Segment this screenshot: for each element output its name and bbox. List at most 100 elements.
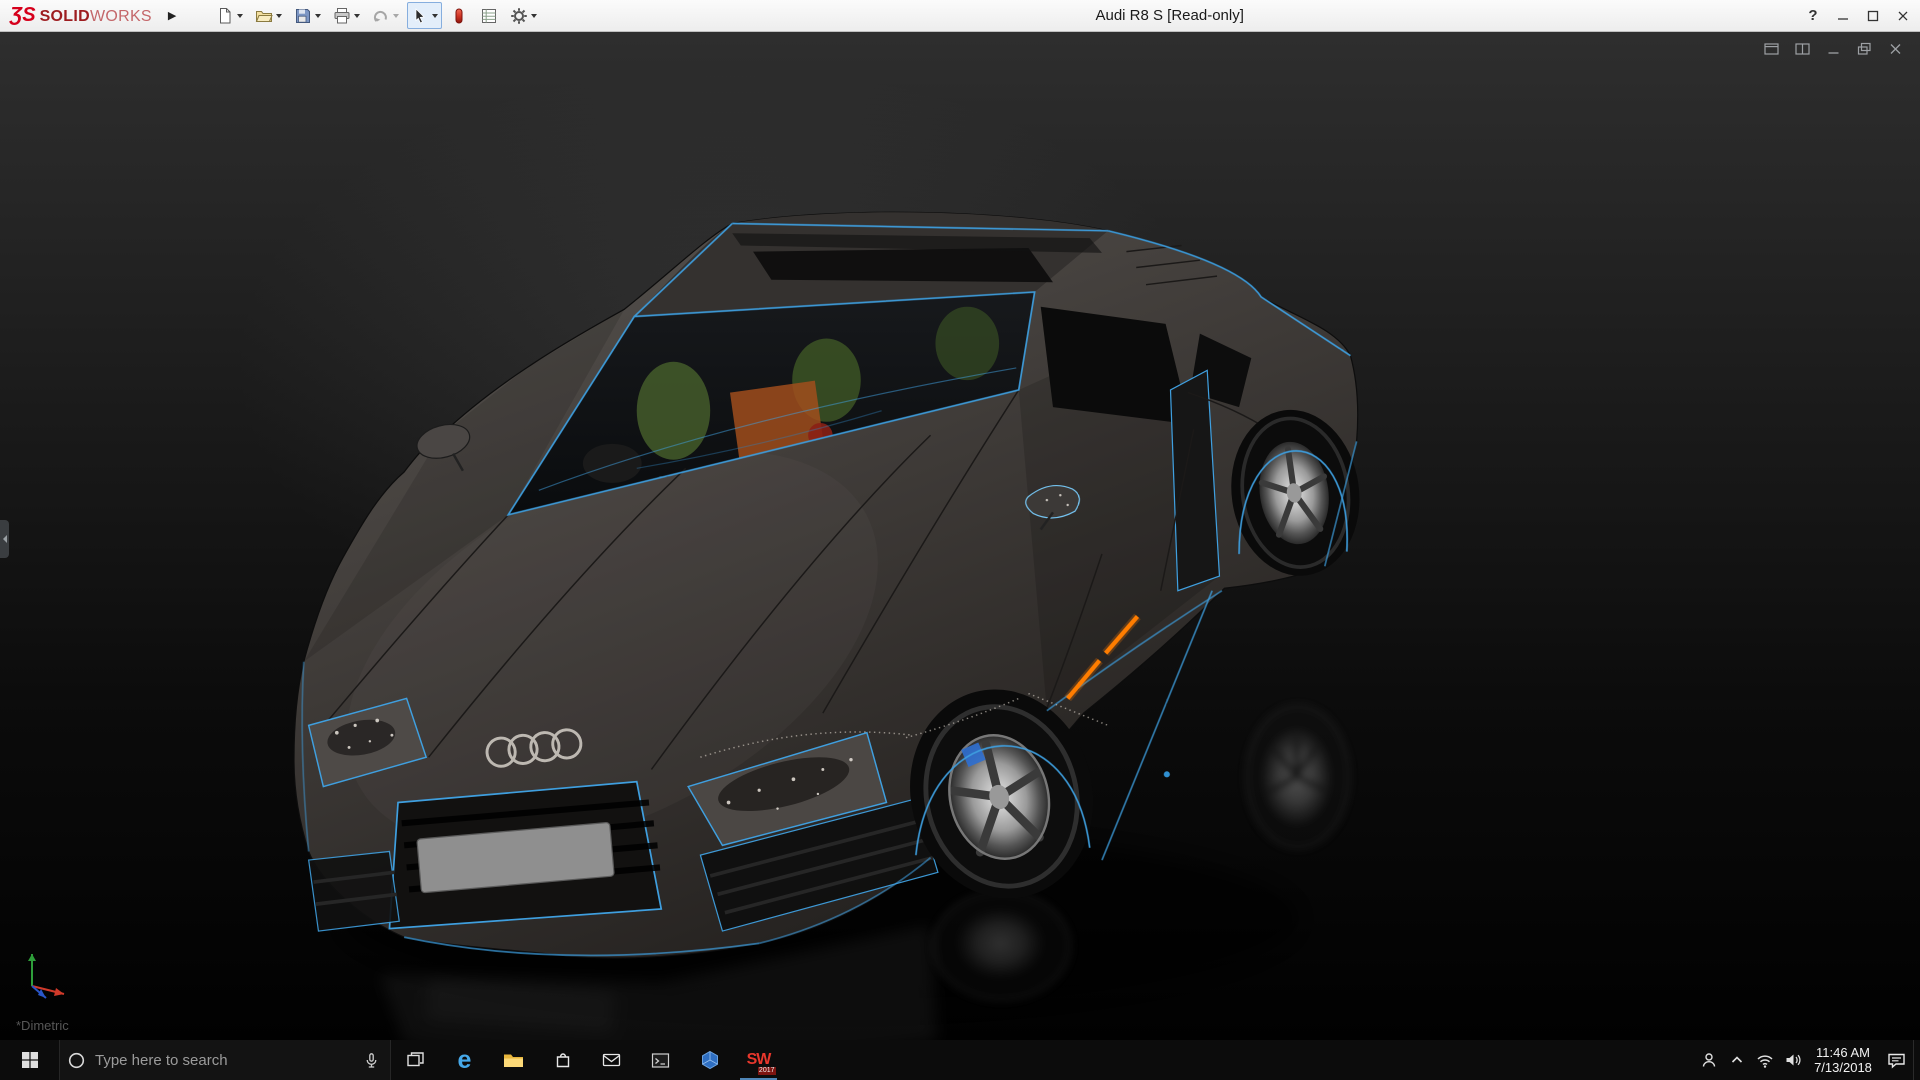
new-document-button[interactable] (212, 2, 247, 29)
window-controls: ? (1798, 0, 1920, 32)
rear-wheel-reflection (1246, 706, 1349, 848)
solidworks-app-button[interactable]: SW 2017 (734, 1040, 783, 1080)
3ds-logo-glyph: ƷS (10, 4, 36, 27)
taskbar-search[interactable] (59, 1040, 391, 1080)
view-orientation-label: *Dimetric (16, 1018, 69, 1033)
options-dropdown-caret-icon[interactable] (531, 14, 537, 18)
window-title: Audi R8 S [Read-only] (541, 7, 1798, 24)
car-model-region (245, 184, 1408, 1040)
open-dropdown-caret-icon[interactable] (276, 14, 282, 18)
solidworks-year-badge: 2017 (758, 1067, 776, 1075)
rebuild-stoplight-icon (450, 7, 468, 25)
open-document-button[interactable] (251, 2, 286, 29)
document-window-controls (1762, 40, 1906, 58)
store-bag-icon (554, 1051, 572, 1069)
doc-window-button-2[interactable] (1793, 40, 1813, 58)
open-folder-icon (255, 7, 273, 25)
3d-app-button[interactable] (685, 1040, 734, 1080)
doc-minimize-button[interactable] (1824, 40, 1844, 58)
select-tool-button[interactable] (407, 2, 442, 29)
save-button[interactable] (290, 2, 325, 29)
wifi-icon (1756, 1052, 1774, 1069)
quick-access-toolbar (212, 2, 541, 29)
vertex-marker (1164, 771, 1170, 777)
front-grille (389, 782, 661, 929)
solidworks-logo: ƷS SOLID WORKS (0, 4, 158, 27)
brand-solid: SOLID (40, 8, 90, 26)
sunroof-glass (753, 248, 1053, 282)
menu-flyout-arrow-icon[interactable]: ▶ (158, 0, 186, 32)
file-properties-icon (480, 7, 498, 25)
options-button[interactable] (506, 2, 541, 29)
show-desktop-button[interactable] (1913, 1040, 1920, 1080)
microphone-icon[interactable] (363, 1052, 380, 1069)
doc-window-button-1[interactable] (1762, 40, 1782, 58)
select-cursor-icon (411, 7, 429, 25)
file-properties-button[interactable] (476, 2, 502, 29)
tray-overflow-button[interactable] (1723, 1040, 1751, 1080)
file-explorer-icon (503, 1052, 524, 1069)
volume-button[interactable] (1779, 1040, 1807, 1080)
print-button[interactable] (329, 2, 364, 29)
task-view-button[interactable] (391, 1040, 440, 1080)
doc-close-button[interactable] (1886, 40, 1906, 58)
taskbar-app-icons: e SW 2017 (391, 1040, 783, 1080)
minimize-button[interactable] (1828, 0, 1858, 32)
orientation-triad[interactable] (16, 940, 86, 1002)
split-pane-icon (1795, 42, 1811, 56)
help-button[interactable]: ? (1798, 0, 1828, 32)
car-model[interactable] (245, 184, 1408, 1040)
network-button[interactable] (1751, 1040, 1779, 1080)
undo-button[interactable] (368, 2, 403, 29)
undo-arrow-icon (372, 7, 390, 25)
edge-icon: e (458, 1048, 472, 1073)
save-disk-icon (294, 7, 312, 25)
start-button[interactable] (0, 1040, 59, 1080)
doc-restore-button[interactable] (1855, 40, 1875, 58)
minimize-icon (1837, 10, 1849, 22)
3d-cube-icon (700, 1050, 720, 1070)
maximize-button[interactable] (1858, 0, 1888, 32)
graphics-viewport[interactable]: *Dimetric (0, 32, 1920, 1040)
new-document-icon (216, 7, 234, 25)
system-tray: 11:46 AM 7/13/2018 (1695, 1040, 1920, 1080)
mail-envelope-icon (602, 1052, 621, 1068)
maximize-icon (1867, 10, 1879, 22)
file-explorer-button[interactable] (489, 1040, 538, 1080)
people-button[interactable] (1695, 1040, 1723, 1080)
doc-minimize-icon (1826, 42, 1842, 56)
speaker-icon (1784, 1052, 1802, 1068)
app-titlebar: ƷS SOLID WORKS ▶ (0, 0, 1920, 32)
console-window-icon (651, 1052, 670, 1069)
print-dropdown-caret-icon[interactable] (354, 14, 360, 18)
edge-browser-button[interactable]: e (440, 1040, 489, 1080)
mail-button[interactable] (587, 1040, 636, 1080)
save-dropdown-caret-icon[interactable] (315, 14, 321, 18)
clock-date: 7/13/2018 (1807, 1060, 1879, 1075)
select-dropdown-caret-icon[interactable] (432, 14, 438, 18)
rebuild-stoplight-button[interactable] (446, 2, 472, 29)
console-button[interactable] (636, 1040, 685, 1080)
close-button[interactable] (1888, 0, 1918, 32)
chevron-up-icon (1729, 1052, 1745, 1068)
cortana-icon[interactable] (68, 1052, 85, 1069)
windows-taskbar: e SW 2017 (0, 1040, 1920, 1080)
printer-icon (333, 7, 351, 25)
person-icon (1700, 1051, 1718, 1069)
windows-logo-icon (21, 1051, 39, 1069)
taskbar-clock[interactable]: 11:46 AM 7/13/2018 (1807, 1045, 1879, 1075)
action-center-button[interactable] (1879, 1040, 1913, 1080)
doc-close-icon (1888, 42, 1904, 56)
search-input[interactable] (95, 1052, 353, 1069)
front-wheel-reflection (933, 892, 1070, 1000)
clock-time: 11:46 AM (1807, 1045, 1879, 1060)
panel-collapse-tab[interactable] (0, 520, 9, 558)
gear-icon (510, 7, 528, 25)
undo-dropdown-caret-icon[interactable] (393, 14, 399, 18)
store-button[interactable] (538, 1040, 587, 1080)
new-dropdown-caret-icon[interactable] (237, 14, 243, 18)
notification-bubble-icon (1887, 1051, 1906, 1069)
task-view-icon (406, 1051, 425, 1069)
window-pane-icon (1764, 42, 1780, 56)
brand-works: WORKS (90, 8, 152, 26)
